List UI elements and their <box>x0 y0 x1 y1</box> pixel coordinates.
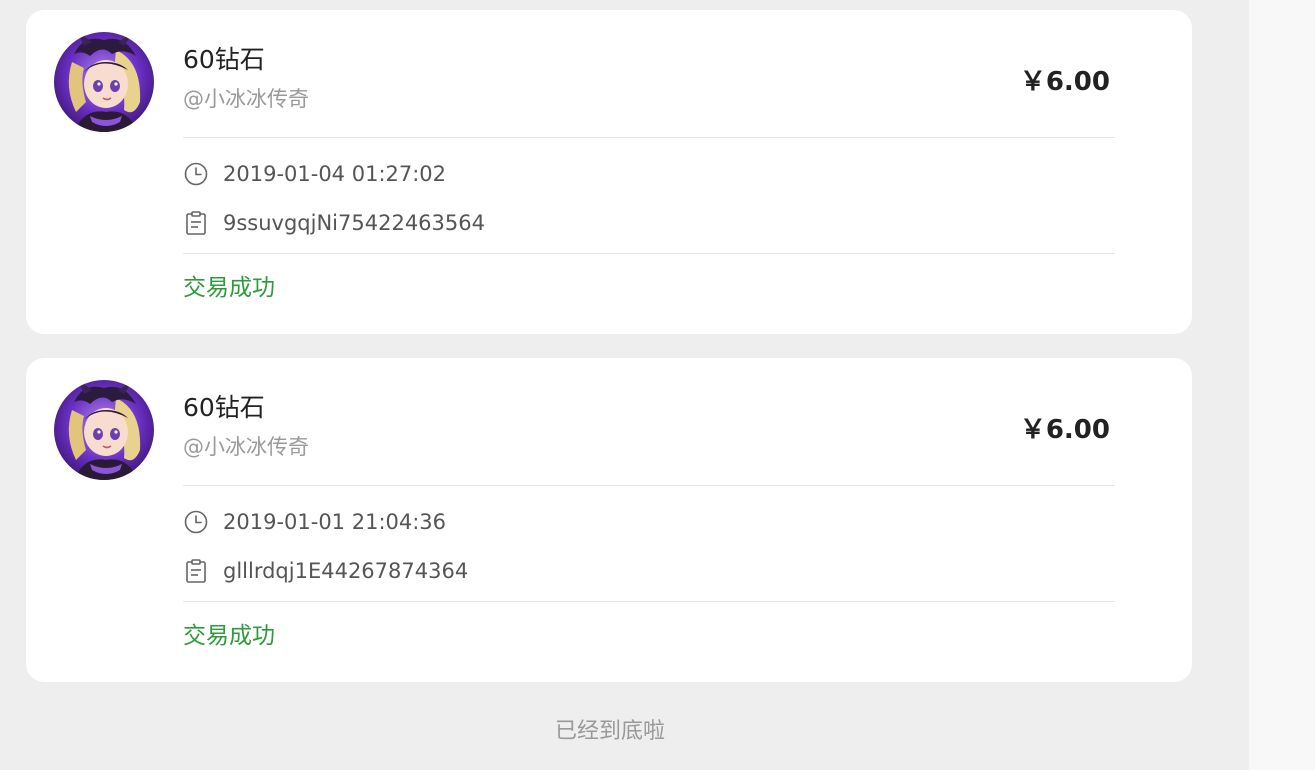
clipboard-icon <box>183 558 209 584</box>
product-title: 60钻石 <box>183 393 265 422</box>
order-price: ￥6.00 <box>1019 67 1110 97</box>
game-avatar-icon <box>54 380 154 480</box>
order-id-row: glllrdqj1E44267874364 <box>183 556 468 586</box>
order-id-row: 9ssuvgqjNi75422463564 <box>183 208 485 238</box>
list-end-text: 已经到底啦 <box>554 719 665 744</box>
product-title: 60钻石 <box>183 45 265 74</box>
divider <box>183 485 1115 486</box>
order-time-row: 2019-01-01 21:04:36 <box>183 507 446 537</box>
clock-icon <box>183 161 209 187</box>
divider <box>183 601 1115 602</box>
order-price: ￥6.00 <box>1019 415 1110 445</box>
divider <box>183 137 1115 138</box>
order-list-page: 60钻石 @小冰冰传奇 ￥6.00 2019-01-04 01:27:02 9s… <box>0 0 1249 770</box>
game-avatar-icon <box>54 32 154 132</box>
seller-name: @小冰冰传奇 <box>183 435 309 459</box>
order-time: 2019-01-04 01:27:02 <box>223 162 447 186</box>
order-id: 9ssuvgqjNi75422463564 <box>223 211 485 235</box>
seller-name: @小冰冰传奇 <box>183 87 309 111</box>
order-status: 交易成功 <box>183 623 275 649</box>
order-time: 2019-01-01 21:04:36 <box>223 510 447 534</box>
order-card[interactable]: 60钻石 @小冰冰传奇 ￥6.00 2019-01-01 21:04:36 gl… <box>26 358 1192 682</box>
order-id: glllrdqj1E44267874364 <box>223 559 469 583</box>
order-time-row: 2019-01-04 01:27:02 <box>183 159 446 189</box>
clipboard-icon <box>183 210 209 236</box>
order-card[interactable]: 60钻石 @小冰冰传奇 ￥6.00 2019-01-04 01:27:02 9s… <box>26 10 1192 334</box>
right-gutter <box>1249 0 1315 770</box>
clock-icon <box>183 509 209 535</box>
divider <box>183 253 1115 254</box>
order-status: 交易成功 <box>183 275 275 301</box>
